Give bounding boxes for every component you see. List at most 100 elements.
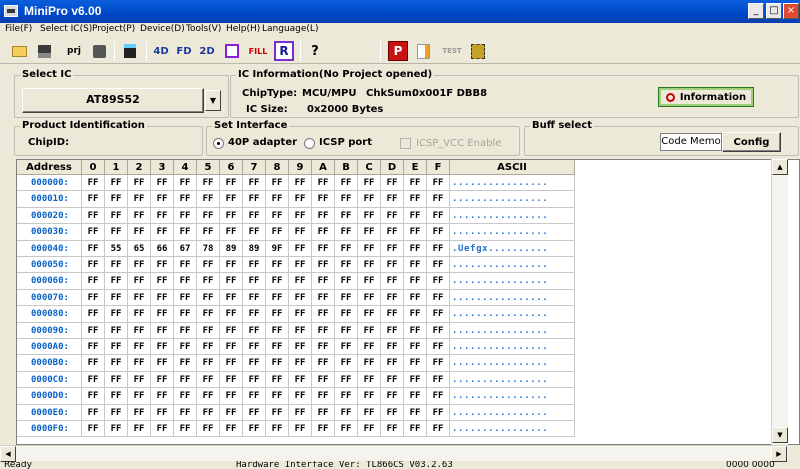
- byte-cell[interactable]: FF: [404, 371, 427, 389]
- scroll-down-icon[interactable]: ▼: [772, 427, 788, 443]
- byte-cell[interactable]: FF: [105, 273, 128, 290]
- byte-cell[interactable]: FF: [197, 273, 220, 290]
- byte-cell[interactable]: FF: [151, 257, 174, 274]
- byte-cell[interactable]: FF: [243, 306, 266, 323]
- byte-cell[interactable]: FF: [220, 175, 243, 192]
- byte-cell[interactable]: FF: [358, 388, 381, 405]
- byte-cell[interactable]: FF: [151, 207, 174, 225]
- byte-cell[interactable]: FF: [381, 421, 404, 438]
- byte-cell[interactable]: FF: [266, 306, 289, 323]
- byte-cell[interactable]: FF: [82, 388, 105, 405]
- byte-cell[interactable]: FF: [105, 421, 128, 438]
- byte-cell[interactable]: FF: [335, 191, 358, 208]
- byte-cell[interactable]: FF: [197, 371, 220, 389]
- byte-cell[interactable]: FF: [197, 404, 220, 421]
- byte-cell[interactable]: FF: [197, 289, 220, 307]
- byte-cell[interactable]: FF: [82, 322, 105, 339]
- chip-icon[interactable]: [468, 41, 488, 61]
- byte-cell[interactable]: FF: [427, 240, 450, 257]
- byte-cell[interactable]: FF: [404, 404, 427, 421]
- byte-cell[interactable]: FF: [358, 240, 381, 257]
- ascii-cell[interactable]: ................: [450, 404, 575, 421]
- byte-cell[interactable]: FF: [243, 273, 266, 290]
- byte-cell[interactable]: FF: [427, 371, 450, 389]
- byte-cell[interactable]: FF: [427, 273, 450, 290]
- project-icon[interactable]: prj: [64, 41, 84, 61]
- byte-cell[interactable]: FF: [289, 289, 312, 307]
- byte-cell[interactable]: FF: [289, 175, 312, 192]
- byte-cell[interactable]: FF: [82, 224, 105, 241]
- byte-cell[interactable]: FF: [289, 371, 312, 389]
- byte-cell[interactable]: FF: [289, 421, 312, 438]
- byte-cell[interactable]: FF: [358, 175, 381, 192]
- help-icon[interactable]: ?: [305, 41, 325, 61]
- byte-cell[interactable]: FF: [335, 289, 358, 307]
- menu-select-ic[interactable]: Select IC(S): [40, 24, 92, 34]
- ascii-cell[interactable]: ................: [450, 388, 575, 405]
- byte-cell[interactable]: FF: [381, 355, 404, 372]
- byte-cell[interactable]: FF: [266, 371, 289, 389]
- byte-cell[interactable]: FF: [151, 306, 174, 323]
- information-button[interactable]: Information: [658, 87, 754, 107]
- byte-cell[interactable]: FF: [358, 306, 381, 323]
- byte-cell[interactable]: FF: [243, 207, 266, 225]
- ascii-cell[interactable]: ................: [450, 289, 575, 307]
- byte-cell[interactable]: FF: [312, 289, 335, 307]
- byte-cell[interactable]: FF: [128, 421, 151, 438]
- byte-cell[interactable]: FF: [289, 191, 312, 208]
- byte-cell[interactable]: FF: [335, 404, 358, 421]
- byte-cell[interactable]: FF: [381, 404, 404, 421]
- byte-cell[interactable]: FF: [220, 257, 243, 274]
- fill-icon[interactable]: FILL: [248, 41, 268, 61]
- byte-cell[interactable]: FF: [312, 404, 335, 421]
- byte-cell[interactable]: FF: [243, 404, 266, 421]
- byte-cell[interactable]: FF: [289, 322, 312, 339]
- byte-cell[interactable]: FF: [289, 339, 312, 356]
- byte-cell[interactable]: FF: [427, 224, 450, 241]
- byte-cell[interactable]: FF: [312, 191, 335, 208]
- chip-select-icon[interactable]: [222, 41, 242, 61]
- byte-cell[interactable]: FF: [381, 175, 404, 192]
- byte-cell[interactable]: FF: [358, 289, 381, 307]
- byte-cell[interactable]: FF: [266, 355, 289, 372]
- close-button[interactable]: ×: [783, 3, 799, 19]
- byte-cell[interactable]: FF: [427, 404, 450, 421]
- byte-cell[interactable]: FF: [404, 224, 427, 241]
- ascii-cell[interactable]: ................: [450, 273, 575, 290]
- byte-cell[interactable]: FF: [335, 240, 358, 257]
- chevron-down-icon[interactable]: ▼: [205, 90, 221, 111]
- byte-cell[interactable]: FF: [358, 191, 381, 208]
- byte-cell[interactable]: FF: [404, 339, 427, 356]
- byte-cell[interactable]: FF: [197, 306, 220, 323]
- byte-cell[interactable]: FF: [381, 339, 404, 356]
- byte-cell[interactable]: FF: [151, 273, 174, 290]
- byte-cell[interactable]: FF: [312, 257, 335, 274]
- byte-cell[interactable]: FF: [105, 355, 128, 372]
- byte-cell[interactable]: FF: [427, 257, 450, 274]
- byte-cell[interactable]: FF: [404, 306, 427, 323]
- byte-cell[interactable]: FF: [105, 388, 128, 405]
- byte-cell[interactable]: FF: [358, 257, 381, 274]
- ascii-cell[interactable]: ................: [450, 175, 575, 192]
- byte-cell[interactable]: FF: [335, 355, 358, 372]
- byte-cell[interactable]: FF: [82, 355, 105, 372]
- menu-project[interactable]: Project(P): [92, 24, 135, 34]
- config-button[interactable]: Config: [722, 132, 781, 152]
- byte-cell[interactable]: FF: [427, 175, 450, 192]
- byte-cell[interactable]: FF: [128, 322, 151, 339]
- byte-cell[interactable]: FF: [128, 371, 151, 389]
- ascii-cell[interactable]: ................: [450, 371, 575, 389]
- byte-cell[interactable]: FF: [197, 207, 220, 225]
- byte-cell[interactable]: FF: [243, 175, 266, 192]
- minimize-button[interactable]: _: [748, 3, 764, 19]
- byte-cell[interactable]: FF: [289, 355, 312, 372]
- byte-cell[interactable]: FF: [381, 371, 404, 389]
- byte-cell[interactable]: FF: [197, 421, 220, 438]
- byte-cell[interactable]: FF: [174, 322, 197, 339]
- byte-cell[interactable]: FF: [427, 191, 450, 208]
- byte-cell[interactable]: FF: [128, 224, 151, 241]
- byte-cell[interactable]: FF: [151, 289, 174, 307]
- byte-cell[interactable]: FF: [220, 421, 243, 438]
- icsp-vcc-checkbox[interactable]: [400, 138, 411, 149]
- ascii-cell[interactable]: ................: [450, 322, 575, 339]
